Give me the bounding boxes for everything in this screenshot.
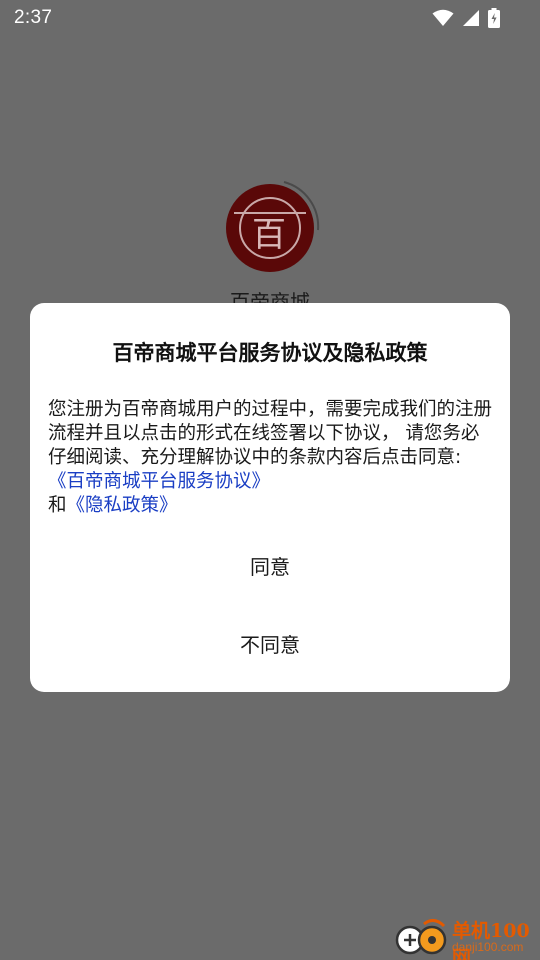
dialog-body: 您注册为百帝商城用户的过程中，需要完成我们的注册流程并且以点击的形式在线签署以下… <box>48 398 493 518</box>
disagree-button[interactable]: 不同意 <box>30 629 510 658</box>
agree-button[interactable]: 同意 <box>30 551 510 580</box>
dialog-title: 百帝商城平台服务协议及隐私政策 <box>112 341 428 365</box>
watermark-domain: danji100.com <box>452 940 524 954</box>
service-agreement-link[interactable]: 《百帝商城平台服务协议》 <box>48 471 270 492</box>
status-bar: 2:37 <box>0 0 540 38</box>
screen: 2:37 百 百帝商城 百帝商城平台服务协议及隐私政策 您注册为百帝商城用户的过… <box>0 0 540 960</box>
dialog-body-text: 您注册为百帝商城用户的过程中，需要完成我们的注册流程并且以点击的形式在线签署以下… <box>48 399 493 468</box>
battery-charging-icon <box>488 8 500 28</box>
app-logo-glyph: 百 <box>252 215 286 255</box>
watermark: 单机100网 danji100.com <box>390 916 540 960</box>
app-logo: 百 <box>224 180 320 276</box>
wifi-icon <box>432 9 454 27</box>
status-icons <box>432 8 500 28</box>
cell-signal-icon <box>462 9 480 27</box>
watermark-logo-icon <box>394 918 450 960</box>
dialog-conjunction: 和 <box>48 495 67 516</box>
privacy-policy-link[interactable]: 《隐私政策》 <box>67 495 178 516</box>
agreement-dialog: 百帝商城平台服务协议及隐私政策 您注册为百帝商城用户的过程中，需要完成我们的注册… <box>30 303 510 692</box>
status-time: 2:37 <box>14 7 53 28</box>
